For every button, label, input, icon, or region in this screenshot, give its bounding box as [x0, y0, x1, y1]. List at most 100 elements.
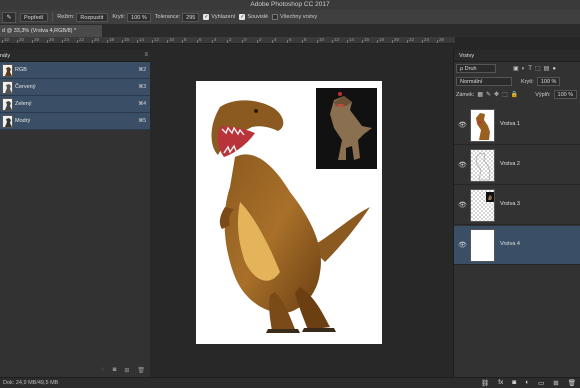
- ruler-tick: [212, 40, 213, 43]
- new-layer-icon[interactable]: ⊞: [553, 379, 558, 387]
- ruler-label: 6: [289, 37, 292, 42]
- ruler-tick: [167, 40, 168, 43]
- channel-name: Červený: [15, 84, 36, 90]
- ruler-label: 30: [19, 37, 25, 42]
- channel-row-rgb[interactable]: RGB ⌘2: [0, 62, 152, 79]
- link-layers-icon[interactable]: ⛓: [481, 379, 489, 387]
- canvas-area[interactable]: [150, 44, 453, 377]
- visibility-eye-icon[interactable]: 👁: [458, 121, 467, 129]
- channel-thumbnail: [2, 81, 13, 94]
- mode-control: Režim: Rozpustit: [57, 12, 109, 22]
- blend-row: Normální Krytí: 100 %: [454, 75, 580, 88]
- visibility-eye-icon[interactable]: 👁: [458, 201, 467, 209]
- visibility-eye-icon[interactable]: 👁: [458, 241, 467, 249]
- ruler-tick: [437, 40, 438, 43]
- channel-thumbnail: [2, 98, 13, 111]
- ruler-label: 28: [34, 37, 40, 42]
- layers-panel: Vrstvy ρ Druh ▣ ◐ T ⬚ ▤ ● Normální Krytí…: [453, 50, 580, 377]
- layer-thumbnail: [470, 109, 495, 142]
- channel-row-red[interactable]: Červený ⌘3: [0, 79, 152, 96]
- dinosaur-painting: [211, 100, 370, 333]
- ruler-tick: [347, 40, 348, 43]
- layer-row-3[interactable]: 👁 Vrstva 3: [454, 186, 580, 225]
- visibility-eye-icon[interactable]: 👁: [458, 161, 467, 169]
- filter-shape-icon[interactable]: ⬚: [535, 65, 541, 72]
- adjustment-layer-icon[interactable]: ◐: [525, 379, 529, 387]
- ruler-tick: [272, 40, 273, 43]
- save-selection-icon[interactable]: ◙: [113, 367, 117, 373]
- ruler-label: 10: [319, 37, 325, 42]
- opacity-input[interactable]: 100 %: [536, 77, 561, 86]
- layer-name: Vrstva 3: [500, 201, 520, 207]
- status-bar: Dok: 24,9 MB/49,5 MB ⛓ fx ◙ ◐ ▭ ⊞ 🗑: [0, 377, 580, 388]
- filter-toggle-icon[interactable]: ●: [552, 66, 556, 72]
- trash-icon[interactable]: 🗑: [137, 367, 145, 374]
- mode-dropdown[interactable]: Rozpustit: [76, 12, 109, 22]
- opacity-control: Krytí: 100 %: [112, 12, 151, 22]
- ruler-label: 26: [439, 37, 445, 42]
- lock-position-icon[interactable]: ✥: [494, 91, 499, 98]
- fx-icon[interactable]: fx: [498, 379, 503, 387]
- ruler-tick: [152, 40, 153, 43]
- preset-dropdown[interactable]: Popředí: [20, 12, 49, 22]
- ruler-label: 24: [64, 37, 70, 42]
- brush-icon[interactable]: ✎: [2, 11, 16, 23]
- lock-image-icon[interactable]: ✎: [486, 91, 491, 98]
- layer-row-4[interactable]: 👁 Vrstva 4: [454, 226, 580, 265]
- all-layers-checkbox[interactable]: Všechny vrstvy: [272, 14, 317, 20]
- opacity-input[interactable]: 100 %: [127, 12, 151, 22]
- checkbox-icon: ✓: [203, 14, 210, 20]
- channels-panel-title[interactable]: nály: [0, 53, 10, 59]
- layer-thumbnail: [470, 229, 495, 262]
- filter-pixel-icon[interactable]: ▣: [513, 65, 519, 72]
- opacity-label: Krytí:: [521, 78, 534, 85]
- contiguous-checkbox[interactable]: ✓ Souvislé: [239, 14, 268, 20]
- lock-label: Zámek:: [456, 91, 475, 98]
- ruler-label: 20: [394, 37, 400, 42]
- lock-all-icon[interactable]: 🔒: [511, 91, 518, 98]
- load-selection-icon[interactable]: ◌: [101, 367, 105, 373]
- layers-panel-title[interactable]: Vrstvy: [459, 53, 474, 59]
- layer-row-2[interactable]: 👁 Vrstva 2: [454, 146, 580, 185]
- layer-row-1[interactable]: 👁 Vrstva 1: [454, 106, 580, 145]
- checkbox-icon: [272, 14, 279, 20]
- trash-icon[interactable]: 🗑: [568, 379, 576, 387]
- layer-filter-row: ρ Druh ▣ ◐ T ⬚ ▤ ●: [454, 62, 580, 75]
- checkbox-icon: ✓: [239, 14, 246, 20]
- channel-row-blue[interactable]: Modrý ⌘5: [0, 113, 152, 130]
- channel-name: Zelený: [15, 101, 32, 107]
- divider: [52, 12, 54, 22]
- layer-name: Vrstva 2: [500, 161, 520, 167]
- fill-input[interactable]: 100 %: [553, 90, 578, 99]
- ruler-label: 14: [139, 37, 145, 42]
- ruler-label: 18: [379, 37, 385, 42]
- filter-smart-icon[interactable]: ▤: [544, 65, 550, 72]
- layer-filter-dropdown[interactable]: ρ Druh: [456, 64, 496, 73]
- channel-shortcut: ⌘4: [138, 101, 146, 107]
- document-canvas[interactable]: [196, 81, 382, 344]
- new-channel-icon[interactable]: ⊞: [124, 367, 129, 374]
- new-group-icon[interactable]: ▭: [538, 379, 544, 387]
- ruler-label: 2: [259, 37, 262, 42]
- ruler-tick: [317, 40, 318, 43]
- ruler-label: 12: [154, 37, 160, 42]
- ruler-tick: [197, 40, 198, 43]
- blend-mode-dropdown[interactable]: Normální: [456, 77, 512, 86]
- ruler-label: 4: [214, 37, 217, 42]
- channel-row-green[interactable]: Zelený ⌘4: [0, 96, 152, 113]
- add-mask-icon[interactable]: ◙: [512, 379, 516, 387]
- layer-thumbnail: [470, 189, 495, 222]
- filter-type-icon[interactable]: T: [528, 66, 532, 72]
- ruler-tick: [332, 40, 333, 43]
- ruler-tick: [17, 40, 18, 43]
- layers-panel-footer: ⛓ fx ◙ ◐ ▭ ⊞ 🗑: [481, 379, 576, 387]
- lock-artboard-icon[interactable]: ⬚: [502, 91, 508, 98]
- ruler-label: 8: [304, 37, 307, 42]
- filter-adjustment-icon[interactable]: ◐: [522, 66, 526, 72]
- panel-menu-icon[interactable]: ≡: [144, 52, 148, 58]
- document-info[interactable]: Dok: 24,9 MB/49,5 MB: [3, 380, 58, 386]
- lock-transparent-icon[interactable]: ▦: [477, 91, 483, 98]
- antialias-checkbox[interactable]: ✓ Vyhlazení: [203, 14, 235, 20]
- tolerance-input[interactable]: 295: [182, 12, 200, 22]
- document-tab[interactable]: d @ 33,3% (Vrstva 4,RGB/8) *: [0, 25, 102, 37]
